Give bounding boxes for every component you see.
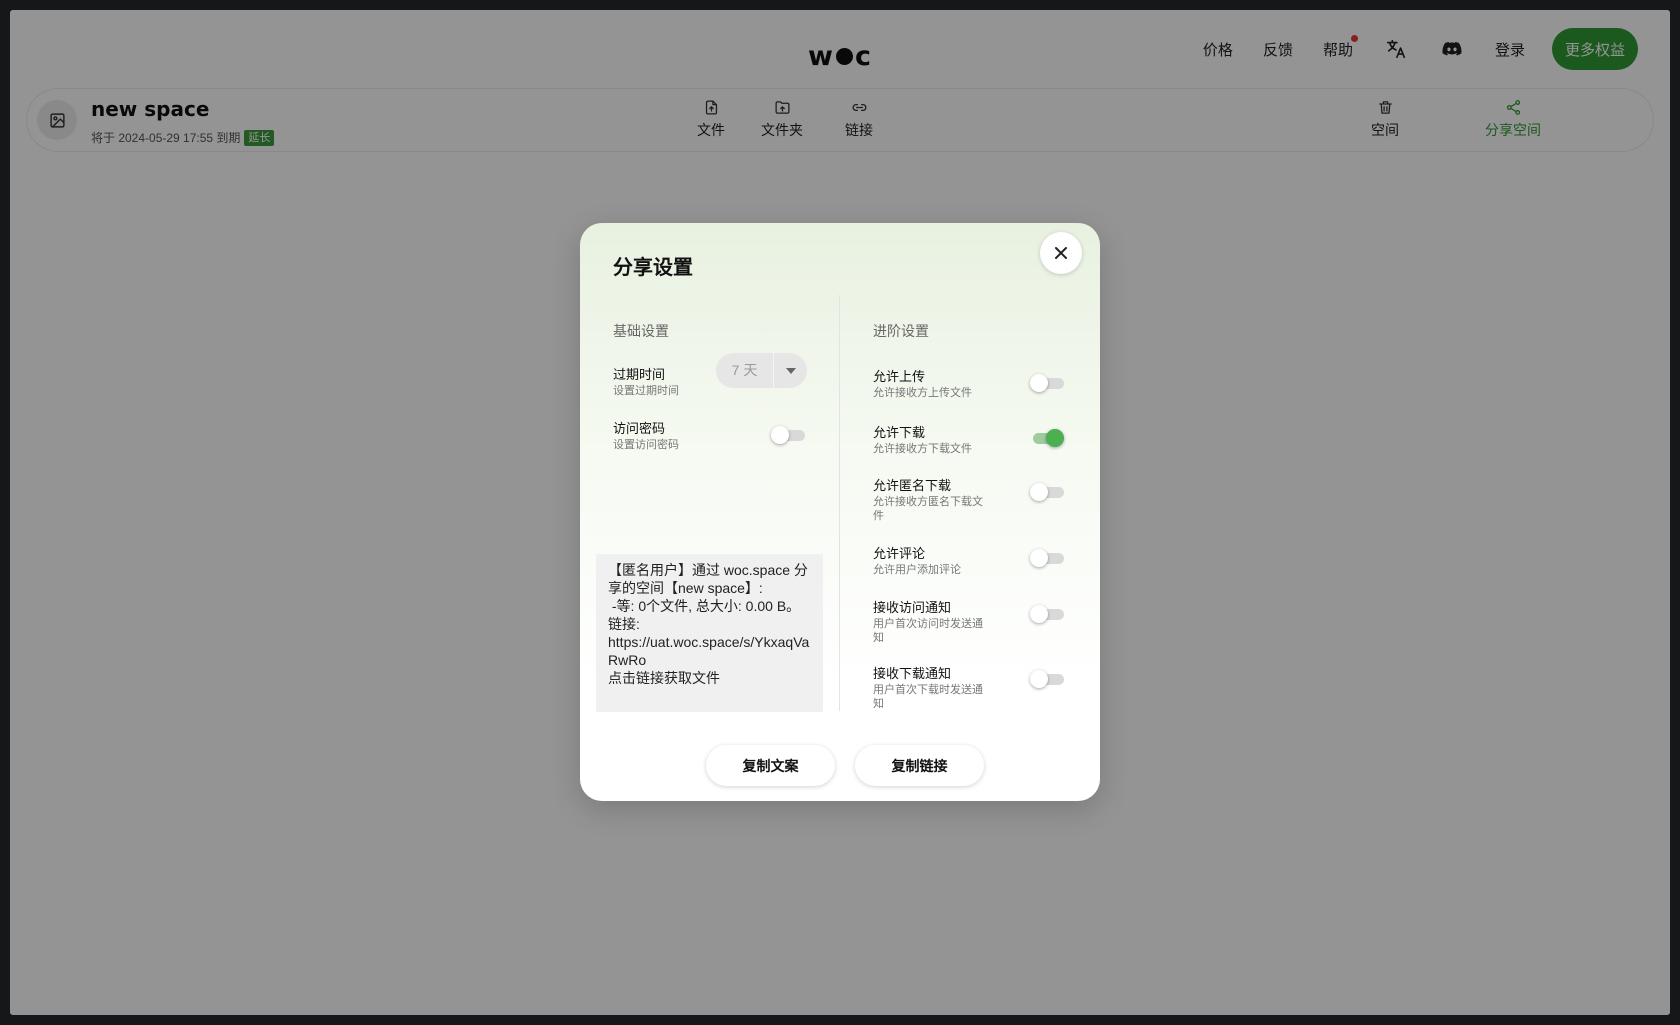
allow-comment-toggle[interactable] — [1030, 549, 1064, 567]
expiry-description: 设置过期时间 — [613, 385, 679, 397]
password-label: 访问密码 — [613, 421, 666, 436]
allow-anonymous-download-toggle[interactable] — [1030, 483, 1064, 501]
share-settings-dialog: 分享设置 基础设置 过期时间 设置过期时间 7 天 访问密码 设置访问密码 【匿… — [580, 223, 1100, 801]
app-window: wc 价格 反馈 帮助 登录 更多权益 new space 将于 2024-05… — [10, 10, 1670, 1015]
close-button[interactable] — [1040, 232, 1082, 274]
expiry-select-value: 7 天 — [716, 353, 774, 388]
allow-comment-description: 允许用户添加评论 — [873, 564, 961, 576]
close-icon — [1055, 247, 1067, 259]
dialog-title: 分享设置 — [613, 257, 693, 279]
download-notification-description: 用户首次下载时发送通知 — [873, 684, 983, 710]
allow-download-label: 允许下载 — [873, 425, 926, 440]
allow-comment-label: 允许评论 — [873, 546, 926, 561]
download-notification-label: 接收下载通知 — [873, 666, 952, 681]
allow-anonymous-download-description: 允许接收方匿名下载文件 — [873, 496, 983, 522]
advanced-settings-heading: 进阶设置 — [873, 323, 929, 339]
allow-upload-label: 允许上传 — [873, 369, 926, 384]
chevron-down-icon — [774, 367, 807, 374]
allow-upload-description: 允许接收方上传文件 — [873, 387, 972, 399]
password-toggle[interactable] — [771, 426, 805, 444]
expiry-label: 过期时间 — [613, 367, 666, 382]
allow-download-toggle[interactable] — [1030, 429, 1064, 447]
column-divider — [839, 295, 840, 711]
allow-upload-toggle[interactable] — [1030, 374, 1064, 392]
password-description: 设置访问密码 — [613, 439, 679, 451]
allow-download-description: 允许接收方下载文件 — [873, 443, 972, 455]
basic-settings-heading: 基础设置 — [613, 323, 669, 339]
share-text-preview: 【匿名用户】通过 woc.space 分享的空间【new space】: -等:… — [596, 554, 823, 712]
allow-anonymous-download-label: 允许匿名下载 — [873, 478, 952, 493]
expiry-select[interactable]: 7 天 — [716, 353, 807, 388]
visit-notification-toggle[interactable] — [1030, 605, 1064, 623]
download-notification-toggle[interactable] — [1030, 670, 1064, 688]
copy-text-button[interactable]: 复制文案 — [706, 745, 835, 786]
copy-link-button[interactable]: 复制链接 — [855, 745, 984, 786]
visit-notification-description: 用户首次访问时发送通知 — [873, 618, 983, 644]
visit-notification-label: 接收访问通知 — [873, 600, 952, 615]
